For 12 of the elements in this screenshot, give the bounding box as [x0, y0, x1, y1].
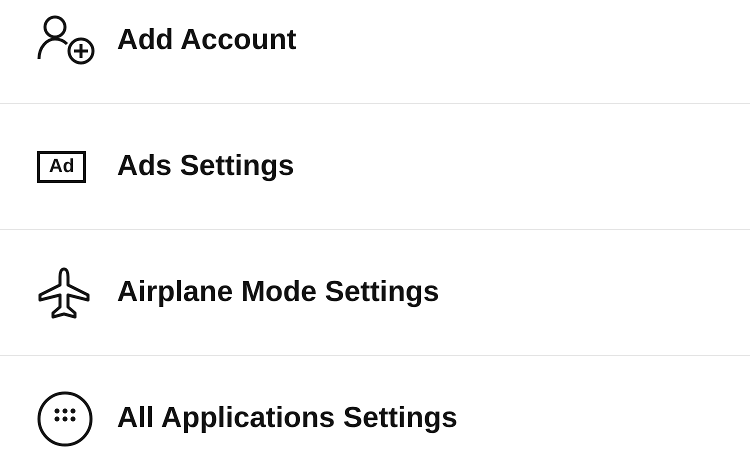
settings-row[interactable]: All Applications Settings [0, 356, 750, 450]
apps-circle-icon [37, 390, 93, 446]
person-add-icon [37, 14, 97, 66]
settings-row[interactable]: Ad Ads Settings [0, 104, 750, 229]
settings-row[interactable]: Airplane Mode Settings [0, 230, 750, 355]
row-label: Ads Settings [117, 150, 294, 183]
settings-row[interactable]: Add Account [0, 0, 750, 103]
row-label: Add Account [117, 24, 296, 57]
airplane-icon [37, 266, 91, 320]
row-label: Airplane Mode Settings [117, 276, 440, 309]
ad-box-icon: Ad [37, 150, 86, 182]
row-label: All Applications Settings [117, 402, 458, 435]
